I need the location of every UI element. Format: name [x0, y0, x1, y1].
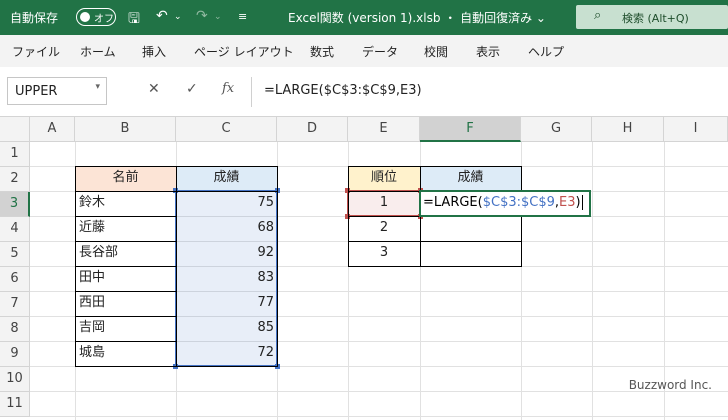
tab-page-layout[interactable]: ページ レイアウト	[194, 43, 294, 60]
score-cell[interactable]: 77	[176, 291, 277, 316]
formula-bar: UPPER ▾ ✕ ✓ fx =LARGE($C$3:$C$9,E3)	[0, 67, 728, 117]
score-cell[interactable]: 92	[176, 241, 277, 266]
column-header-d[interactable]: D	[277, 117, 348, 142]
column-header-g[interactable]: G	[521, 117, 592, 142]
formula-separator	[251, 77, 252, 107]
table-border	[75, 241, 176, 242]
column-header-f[interactable]: F	[420, 117, 521, 142]
rank-cell[interactable]: 1	[348, 191, 420, 216]
active-cell-editor[interactable]: =LARGE($C$3:$C$9,E3)	[419, 190, 591, 217]
column-header-a[interactable]: A	[30, 117, 75, 142]
tab-help[interactable]: ヘルプ	[528, 43, 564, 60]
watermark: Buzzword Inc.	[628, 378, 712, 392]
search-box[interactable]: ⌕ 検索 (Alt+Q)	[576, 5, 728, 29]
row-header-1[interactable]: 1	[0, 142, 30, 167]
gridline	[30, 391, 728, 392]
score-cell[interactable]: 68	[176, 216, 277, 241]
row-header-7[interactable]: 7	[0, 292, 30, 317]
name-cell[interactable]: 近藤	[75, 216, 176, 241]
table-border	[176, 166, 177, 367]
gridline	[521, 142, 522, 420]
formula-input[interactable]: =LARGE($C$3:$C$9,E3)	[264, 83, 422, 98]
row-header-2[interactable]: 2	[0, 167, 30, 192]
enter-icon[interactable]: ✓	[186, 81, 198, 97]
ribbon-tabs: ファイル ホーム 挿入 ページ レイアウト 数式 データ 校閲 表示 ヘルプ	[0, 35, 728, 67]
autosave-label: 自動保存	[10, 11, 59, 25]
tab-data[interactable]: データ	[362, 43, 398, 60]
rank-cell[interactable]: 2	[348, 216, 420, 241]
table-border	[75, 291, 176, 292]
header-name[interactable]: 名前	[75, 166, 176, 191]
row-header-10[interactable]: 10	[0, 367, 30, 392]
name-cell[interactable]: 鈴木	[75, 191, 176, 216]
edit-prefix: =LARGE(	[423, 195, 483, 210]
row-header-6[interactable]: 6	[0, 267, 30, 292]
toggle-knob	[80, 12, 90, 22]
cancel-icon[interactable]: ✕	[148, 81, 160, 97]
table-border	[75, 216, 176, 217]
edit-range-ref: $C$3:$C$9	[482, 195, 555, 210]
column-header-c[interactable]: C	[176, 117, 277, 142]
name-cell[interactable]: 西田	[75, 291, 176, 316]
edit-cell-ref: E3	[559, 195, 576, 210]
gridline	[30, 366, 728, 367]
undo-dropdown-icon[interactable]: ⌄	[174, 12, 182, 22]
undo-icon[interactable]: ↶	[156, 8, 168, 24]
gridline	[592, 142, 593, 420]
header-score-result[interactable]: 成績	[420, 166, 521, 191]
save-icon[interactable]: 🖫	[128, 8, 140, 32]
edit-suffix: )	[575, 195, 581, 210]
title-bar: 自動保存 オフ 🖫 ↶ ⌄ ↷ ⌄ ≡ Excel関数 (version 1).…	[0, 0, 728, 35]
autosave-toggle[interactable]: オフ	[76, 8, 116, 26]
score-cell[interactable]: 85	[176, 316, 277, 341]
name-box[interactable]: UPPER ▾	[7, 77, 107, 105]
row-header-9[interactable]: 9	[0, 342, 30, 367]
table-border	[75, 191, 278, 192]
tab-review[interactable]: 校閲	[424, 43, 448, 60]
insert-function-icon[interactable]: fx	[222, 81, 234, 96]
row-header-11[interactable]: 11	[0, 392, 30, 417]
search-text: 検索 (Alt+Q)	[622, 12, 689, 25]
rank-cell[interactable]: 3	[348, 241, 420, 266]
row-header-3[interactable]: 3	[0, 192, 30, 217]
name-cell[interactable]: 城島	[75, 341, 176, 366]
header-score[interactable]: 成績	[176, 166, 277, 191]
name-cell[interactable]: 吉岡	[75, 316, 176, 341]
score-cell[interactable]: 75	[176, 191, 277, 216]
spreadsheet-grid[interactable]: A B C D E F G H I 1 2 3 4 5 6 7 8 9 10 1…	[0, 117, 728, 420]
customize-icon[interactable]: ≡	[238, 10, 247, 23]
tab-insert[interactable]: 挿入	[142, 43, 166, 60]
tab-formulas[interactable]: 数式	[310, 43, 334, 60]
header-rank[interactable]: 順位	[348, 166, 420, 191]
table-border	[75, 266, 176, 267]
row-header-8[interactable]: 8	[0, 317, 30, 342]
score-cell[interactable]: 72	[176, 341, 277, 366]
score-cell[interactable]: 83	[176, 266, 277, 291]
tab-file[interactable]: ファイル	[12, 43, 60, 60]
autosave-state: オフ	[94, 14, 114, 25]
redo-dropdown-icon[interactable]: ⌄	[214, 12, 222, 22]
table-border	[75, 316, 176, 317]
document-title: Excel関数 (version 1).xlsb ・ 自動回復済み ⌄	[288, 11, 546, 25]
column-header-b[interactable]: B	[75, 117, 176, 142]
redo-icon[interactable]: ↷	[196, 8, 208, 24]
select-all-corner[interactable]	[0, 117, 30, 142]
column-header-i[interactable]: I	[664, 117, 728, 142]
gridline	[30, 416, 728, 417]
chevron-down-icon[interactable]: ▾	[95, 82, 100, 92]
row-header-4[interactable]: 4	[0, 217, 30, 242]
text-cursor	[581, 195, 583, 210]
column-header-h[interactable]: H	[592, 117, 664, 142]
name-box-value: UPPER	[15, 84, 58, 99]
tab-home[interactable]: ホーム	[80, 43, 116, 60]
table-border	[348, 241, 522, 242]
name-cell[interactable]: 長谷部	[75, 241, 176, 266]
row-header-5[interactable]: 5	[0, 242, 30, 267]
table-border	[75, 341, 176, 342]
search-icon: ⌕	[594, 8, 602, 23]
column-header-e[interactable]: E	[348, 117, 420, 142]
tab-view[interactable]: 表示	[476, 43, 500, 60]
name-cell[interactable]: 田中	[75, 266, 176, 291]
